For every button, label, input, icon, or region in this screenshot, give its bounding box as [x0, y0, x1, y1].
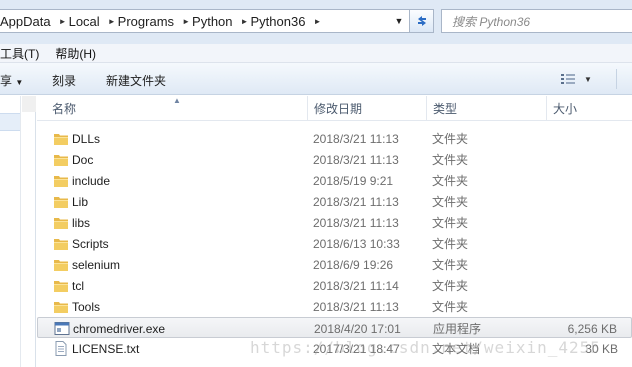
navigation-selected-item[interactable]: [0, 113, 20, 131]
search-placeholder: 搜索 Python36: [452, 14, 531, 29]
folder-icon: [53, 215, 69, 230]
command-toolbar: 享 ▼ 刻录 新建文件夹 ▼: [0, 63, 632, 95]
file-modified-date: 2018/3/21 11:13: [313, 152, 399, 167]
file-type: 应用程序: [433, 322, 482, 336]
folder-icon: [53, 194, 69, 209]
preview-pane-button[interactable]: [616, 69, 632, 89]
file-row[interactable]: Scripts 2018/6/13 10:33 文件夹: [37, 233, 632, 254]
file-size: 6,256 KB: [567, 321, 617, 336]
file-name: selenium: [72, 257, 121, 272]
file-type: 文件夹: [432, 216, 469, 230]
file-modified-date: 2018/3/21 11:13: [313, 299, 399, 314]
file-name: Scripts: [72, 236, 109, 251]
burn-button[interactable]: 刻录: [52, 72, 76, 89]
file-row[interactable]: Lib 2018/3/21 11:13 文件夹: [37, 191, 632, 212]
menu-bar: 工具(T) 帮助(H): [0, 44, 632, 63]
share-button[interactable]: 享 ▼: [0, 72, 23, 89]
folder-icon: [53, 152, 69, 167]
file-list: DLLs 2018/3/21 11:13 文件夹 Doc 2018/3/21 11:13…: [37, 128, 632, 359]
column-header-date[interactable]: 修改日期: [308, 96, 427, 121]
address-dropdown-icon[interactable]: ▼: [389, 10, 409, 32]
file-name: Doc: [72, 152, 94, 167]
menu-item-help[interactable]: 帮助(H): [55, 45, 104, 62]
file-type: 文件夹: [432, 300, 469, 314]
new-folder-button[interactable]: 新建文件夹: [106, 72, 166, 89]
file-type: 文件夹: [432, 237, 469, 251]
details-view-icon: [561, 74, 575, 84]
search-input[interactable]: 搜索 Python36: [441, 9, 632, 33]
chevron-right-icon[interactable]: ►: [311, 17, 323, 26]
chevron-right-icon[interactable]: ►: [239, 17, 251, 26]
folder-icon: [53, 257, 69, 272]
folder-icon: [53, 131, 69, 146]
breadcrumb-item-appdata[interactable]: AppData: [0, 10, 57, 32]
breadcrumb[interactable]: AppData ► Local ► Programs ► Python ► Py…: [0, 9, 410, 33]
application-icon: [54, 321, 70, 336]
file-name: Tools: [72, 299, 101, 314]
file-name: Lib: [72, 194, 89, 209]
watermark: https://blog.csdn.net/weixin_4255: [250, 338, 601, 357]
file-name: chromedriver.exe: [73, 321, 166, 336]
file-modified-date: 2018/4/20 17:01: [314, 321, 401, 336]
file-type: 文件夹: [432, 195, 469, 209]
file-row[interactable]: Tools 2018/3/21 11:13 文件夹: [37, 296, 632, 317]
file-modified-date: 2018/6/13 10:33: [313, 236, 400, 251]
file-type: 文件夹: [432, 132, 469, 146]
breadcrumb-item-python36[interactable]: Python36: [251, 10, 312, 32]
file-modified-date: 2018/3/21 11:13: [313, 194, 399, 209]
folder-icon: [53, 299, 69, 314]
file-type: 文件夹: [432, 174, 469, 188]
column-header-type[interactable]: 类型: [427, 96, 547, 121]
breadcrumb-item-programs[interactable]: Programs: [118, 10, 180, 32]
file-type: 文件夹: [432, 279, 469, 293]
file-row[interactable]: selenium 2018/6/9 19:26 文件夹: [37, 254, 632, 275]
file-row[interactable]: libs 2018/3/21 11:13 文件夹: [37, 212, 632, 233]
breadcrumb-item-python[interactable]: Python: [192, 10, 238, 32]
file-name: tcl: [72, 278, 84, 293]
chevron-right-icon[interactable]: ►: [180, 17, 192, 26]
file-row[interactable]: include 2018/5/19 9:21 文件夹: [37, 170, 632, 191]
file-modified-date: 2018/6/9 19:26: [313, 257, 394, 272]
column-header-name[interactable]: 名称: [46, 96, 308, 121]
file-name: DLLs: [72, 131, 101, 146]
chevron-right-icon[interactable]: ►: [57, 17, 69, 26]
file-modified-date: 2018/3/21 11:13: [313, 131, 399, 146]
column-header-row: ▲ 名称 修改日期 类型 大小: [37, 96, 632, 121]
column-header-size[interactable]: 大小: [547, 96, 632, 121]
file-type: 文件夹: [432, 258, 469, 272]
menu-item-tools[interactable]: 工具(T): [0, 45, 47, 62]
file-row[interactable]: Doc 2018/3/21 11:13 文件夹: [37, 149, 632, 170]
chevron-down-icon: ▼: [15, 78, 24, 87]
refresh-button[interactable]: [410, 9, 434, 33]
file-name: LICENSE.txt: [72, 341, 140, 356]
file-modified-date: 2018/3/21 11:14: [313, 278, 399, 293]
file-modified-date: 2018/5/19 9:21: [313, 173, 394, 188]
address-bar-area: AppData ► Local ► Programs ► Python ► Py…: [0, 0, 632, 44]
file-row[interactable]: chromedriver.exe 2018/4/20 17:01 应用程序 6,256…: [37, 317, 632, 338]
pane-divider: [20, 96, 21, 367]
file-name: libs: [72, 215, 91, 230]
navigation-pane[interactable]: [0, 96, 36, 367]
file-type: 文件夹: [432, 153, 469, 167]
file-row[interactable]: DLLs 2018/3/21 11:13 文件夹: [37, 128, 632, 149]
file-row[interactable]: tcl 2018/3/21 11:14 文件夹: [37, 275, 632, 296]
scrollbar-up-button[interactable]: [22, 96, 36, 112]
folder-icon: [53, 278, 69, 293]
file-name: include: [72, 173, 111, 188]
folder-icon: [53, 173, 69, 188]
refresh-icon: [417, 16, 426, 26]
chevron-right-icon[interactable]: ►: [106, 17, 118, 26]
folder-icon: [53, 236, 69, 251]
text-file-icon: [53, 341, 69, 356]
breadcrumb-item-local[interactable]: Local: [69, 10, 106, 32]
change-view-button[interactable]: ▼: [560, 71, 598, 87]
file-modified-date: 2018/3/21 11:13: [313, 215, 399, 230]
chevron-down-icon: ▼: [584, 74, 592, 84]
